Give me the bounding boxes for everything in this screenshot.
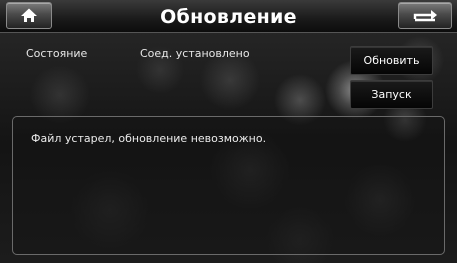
status-label: Состояние (26, 47, 88, 60)
page-title: Обновление (160, 6, 297, 28)
update-button[interactable]: Обновить (350, 46, 433, 75)
update-screen: Обновление Состояние Соед. установлено О… (0, 0, 457, 263)
status-value: Соед. установлено (140, 47, 250, 60)
message-text: Файл устарел, обновление невозможно. (31, 132, 267, 145)
run-button[interactable]: Запуск (350, 80, 433, 109)
home-button[interactable] (6, 2, 52, 29)
title-bar: Обновление (0, 0, 457, 33)
message-panel: Файл устарел, обновление невозможно. (12, 116, 445, 255)
back-button[interactable] (398, 2, 452, 29)
